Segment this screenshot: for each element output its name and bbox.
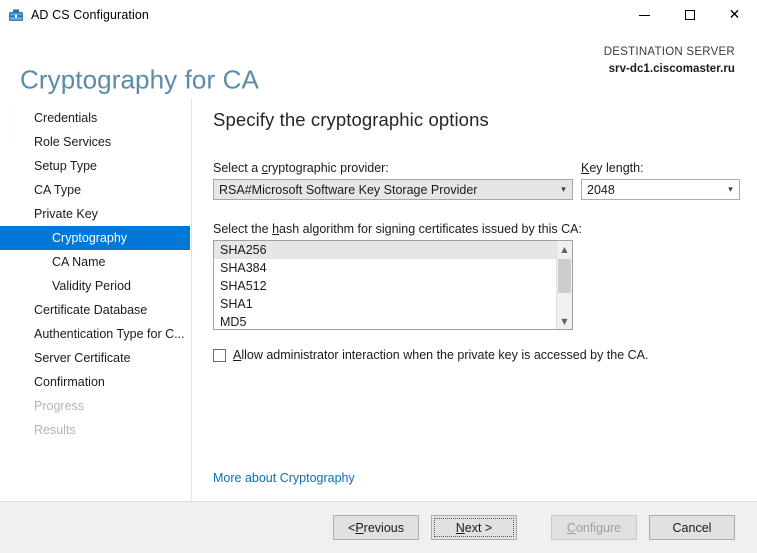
sidebar-item-private-key[interactable]: Private Key	[0, 202, 191, 226]
list-item[interactable]: SHA384	[214, 259, 556, 277]
sidebar-item-ca-type[interactable]: CA Type	[0, 178, 191, 202]
cryptographic-provider-label: Select a cryptographic provider:	[213, 161, 573, 175]
sidebar-item-cryptography[interactable]: Cryptography	[0, 226, 190, 250]
sidebar-item-setup-type[interactable]: Setup Type	[0, 154, 191, 178]
configure-suffix: onfigure	[575, 520, 622, 535]
sidebar-item-confirmation[interactable]: Confirmation	[0, 370, 191, 394]
destination-server-name: srv-dc1.ciscomaster.ru	[608, 62, 735, 75]
sidebar-item-certificate-database[interactable]: Certificate Database	[0, 298, 191, 322]
allow-admin-interaction-row: Allow administrator interaction when the…	[213, 348, 757, 362]
scrollbar-thumb[interactable]	[558, 259, 571, 293]
chevron-down-icon: ▾	[728, 184, 733, 195]
sidebar-item-credentials[interactable]: Credentials	[0, 106, 191, 130]
window-title: AD CS Configuration	[31, 8, 149, 22]
maximize-button[interactable]	[667, 0, 712, 30]
next-suffix: ext >	[464, 520, 493, 535]
cryptographic-provider-dropdown[interactable]: RSA#Microsoft Software Key Storage Provi…	[213, 179, 573, 200]
hash-algorithm-items: SHA256 SHA384 SHA512 SHA1 MD5	[214, 241, 556, 329]
key-length-label-suffix: ey length:	[589, 161, 644, 175]
close-icon: ✕	[728, 7, 741, 23]
destination-server-block: DESTINATION SERVER srv-dc1.ciscomaster.r…	[604, 44, 735, 77]
sidebar-item-progress: Progress	[34, 399, 85, 413]
list-item[interactable]: MD5	[214, 313, 556, 329]
chevron-down-icon[interactable]: ▼	[557, 313, 572, 329]
more-about-cryptography-link[interactable]: More about Cryptography	[213, 471, 355, 485]
wizard-header: Cryptography for CA DESTINATION SERVER s…	[0, 30, 757, 98]
window-controls: ✕	[622, 0, 757, 30]
minimize-button[interactable]	[622, 0, 667, 30]
previous-button[interactable]: < Previous	[333, 515, 419, 540]
provider-label-suffix: ryptographic provider:	[267, 161, 389, 175]
hash-algorithm-listbox[interactable]: SHA256 SHA384 SHA512 SHA1 MD5 ▲ ▼	[213, 240, 573, 330]
ad-cs-configuration-icon	[8, 7, 24, 23]
allow-admin-label-suffix: llow administrator interaction when the …	[241, 348, 649, 362]
cancel-button[interactable]: Cancel	[649, 515, 735, 540]
key-length-group: Key length: 2048 ▾	[581, 161, 740, 200]
minimize-icon	[639, 14, 650, 16]
sidebar-item-ca-name[interactable]: CA Name	[0, 250, 191, 274]
cryptographic-provider-value: RSA#Microsoft Software Key Storage Provi…	[219, 182, 478, 197]
chevron-down-icon: ▾	[561, 184, 566, 195]
previous-prefix: <	[348, 520, 356, 535]
maximize-icon	[684, 10, 695, 20]
hash-label-suffix: ash algorithm for signing certificates i…	[279, 222, 582, 236]
sidebar-item-authentication-type[interactable]: Authentication Type for C...	[0, 322, 191, 346]
list-item[interactable]: SHA512	[214, 277, 556, 295]
provider-row: Select a cryptographic provider: RSA#Mic…	[213, 161, 757, 200]
configure-button: Configure	[551, 515, 637, 540]
cryptographic-provider-group: Select a cryptographic provider: RSA#Mic…	[213, 161, 573, 200]
previous-accesskey: P	[355, 520, 364, 535]
ad-cs-configuration-window: AD CS Configuration ✕ Cryptography for C…	[0, 0, 757, 553]
destination-server-label: DESTINATION SERVER	[603, 46, 735, 58]
allow-admin-interaction-label[interactable]: Allow administrator interaction when the…	[233, 348, 648, 362]
allow-admin-interaction-checkbox[interactable]	[213, 348, 226, 362]
next-button[interactable]: Next >	[431, 515, 517, 540]
previous-suffix: revious	[363, 520, 404, 535]
sidebar-item-results: Results	[34, 423, 76, 437]
title-bar: AD CS Configuration ✕	[0, 0, 757, 30]
next-accesskey: N	[455, 520, 465, 535]
close-button[interactable]: ✕	[712, 0, 757, 30]
hash-listbox-scrollbar[interactable]: ▲ ▼	[556, 241, 572, 329]
list-item[interactable]: SHA1	[214, 295, 556, 313]
provider-label-prefix: Select a	[213, 161, 262, 175]
wizard-footer: < Previous Next > Configure Cancel	[0, 501, 757, 553]
key-length-dropdown[interactable]: 2048 ▾	[581, 179, 740, 200]
sidebar-item-server-certificate[interactable]: Server Certificate	[0, 346, 191, 370]
hash-label-accesskey: h	[272, 222, 280, 236]
configure-accesskey: C	[566, 520, 576, 535]
sidebar-item-role-services[interactable]: Role Services	[0, 130, 191, 154]
chevron-up-icon[interactable]: ▲	[557, 241, 572, 257]
page-title: Cryptography for CA	[20, 64, 259, 95]
wizard-body: Credentials Role Services Setup Type CA …	[0, 98, 757, 501]
wizard-steps-sidebar: Credentials Role Services Setup Type CA …	[0, 98, 192, 501]
content-heading: Specify the cryptographic options	[213, 109, 489, 130]
sidebar-item-validity-period[interactable]: Validity Period	[0, 274, 191, 298]
key-length-value: 2048	[587, 182, 615, 197]
wizard-content: Specify the cryptographic options Select…	[192, 98, 757, 501]
hash-label-prefix: Select the	[213, 222, 273, 236]
list-item[interactable]: SHA256	[214, 241, 556, 259]
key-length-label: Key length:	[581, 161, 740, 175]
step-rail	[8, 106, 9, 146]
hash-algorithm-label: Select the hash algorithm for signing ce…	[213, 222, 757, 236]
